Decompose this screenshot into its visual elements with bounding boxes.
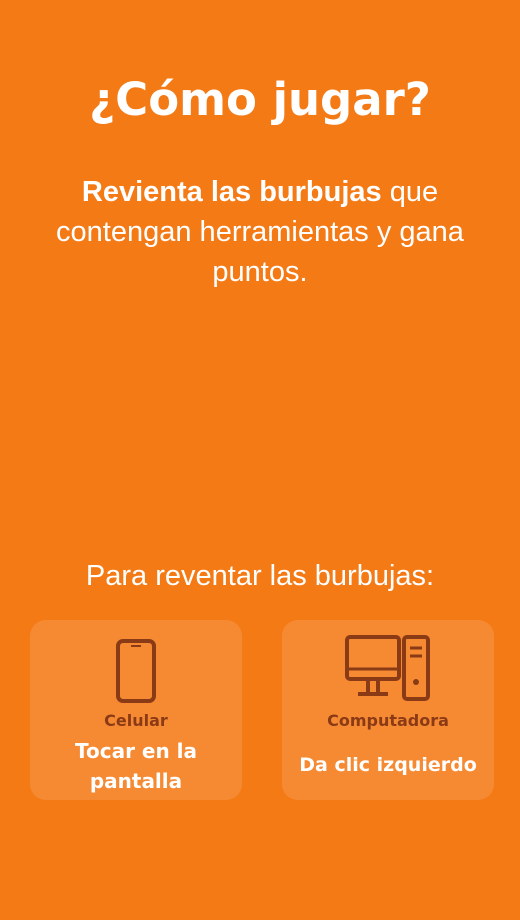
phone-instruction-card: Celular Tocar en la pantalla [30,620,242,800]
smartphone-icon [30,638,242,704]
instructions-heading: Para reventar las burbujas: [85,560,435,592]
desktop-computer-icon [282,634,494,704]
intro-bold-text: Revienta las burbujas [81,176,382,208]
computer-instruction-card: Computadora Da clic izquierdo [282,620,494,800]
computer-card-action: Da clic izquierdo [299,754,477,776]
page-title: ¿Cómo jugar? [89,73,431,126]
phone-card-action: Tocar en la pantalla [74,739,198,793]
computer-card-label: Computadora [327,711,449,730]
intro-text: Revienta las burbujas que contengan herr… [40,172,480,292]
phone-card-label: Celular [104,711,168,730]
